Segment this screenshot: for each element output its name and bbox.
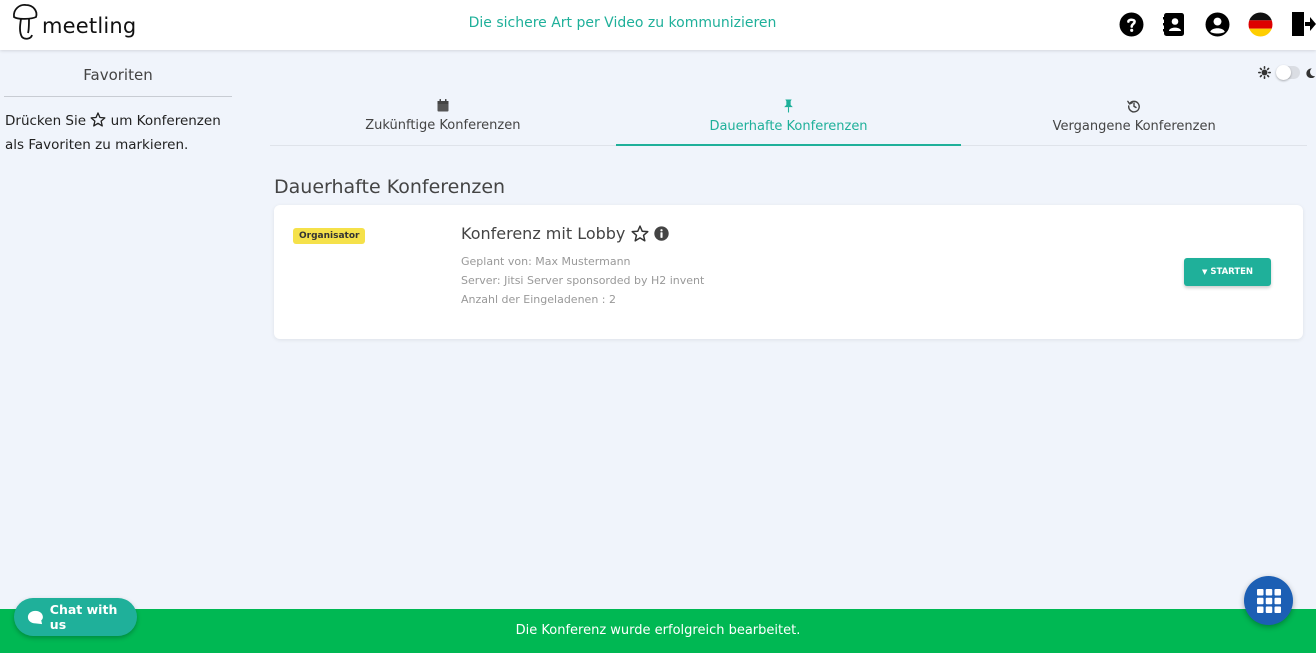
favorites-hint-after: um Konferenzen — [110, 113, 221, 129]
contacts-button[interactable] — [1161, 11, 1187, 37]
info-icon[interactable] — [654, 226, 670, 241]
conference-title: Konferenz mit Lobby — [461, 224, 626, 243]
conference-card: Organisator Konferenz mit Lobby Geplant … — [274, 205, 1303, 339]
logout-button[interactable] — [1290, 11, 1316, 37]
favorites-hint-before: Drücken Sie — [5, 113, 87, 129]
help-button[interactable] — [1118, 11, 1144, 37]
star-outline-icon — [90, 112, 106, 127]
flag-de-icon — [1248, 12, 1272, 36]
tab-past-conferences[interactable]: Vergangene Konferenzen — [961, 96, 1307, 145]
header-actions — [1101, 11, 1316, 37]
top-header: meetling Die sichere Art per Video zu ko… — [0, 0, 1316, 50]
section-title: Dauerhafte Konferenzen — [274, 176, 506, 198]
apps-grid-button[interactable] — [1244, 576, 1293, 625]
favorites-title: Favoriten — [4, 50, 232, 97]
favorites-hint-line2: als Favoriten zu markieren. — [5, 137, 189, 153]
chat-with-us-button[interactable]: Chat with us — [14, 598, 137, 636]
start-conference-button[interactable]: ▼ STARTEN — [1184, 258, 1271, 286]
organizer-badge: Organisator — [293, 228, 366, 244]
grid-icon — [1256, 588, 1281, 613]
success-toast: Die Konferenz wurde erfolgreich bearbeit… — [0, 609, 1316, 653]
account-icon — [1205, 12, 1229, 36]
favorite-star-icon[interactable] — [631, 225, 649, 242]
caret-down-icon: ▼ — [1201, 268, 1208, 276]
tab-label: Zukünftige Konferenzen — [365, 118, 521, 133]
account-button[interactable] — [1204, 11, 1230, 37]
conference-meta: Geplant von: Max Mustermann Server: Jits… — [461, 252, 704, 309]
help-icon — [1119, 12, 1143, 36]
chat-bubble-icon — [27, 610, 43, 624]
slogan: Die sichere Art per Video zu kommunizier… — [468, 15, 777, 31]
favorites-hint: Drücken Sie um Konferenzen als Favoriten… — [0, 97, 232, 157]
language-button[interactable] — [1247, 11, 1273, 37]
theme-switch[interactable] — [1276, 65, 1300, 80]
planned-by: Geplant von: Max Mustermann — [461, 255, 631, 268]
conference-title-row: Konferenz mit Lobby — [461, 224, 670, 243]
chat-label: Chat with us — [49, 602, 118, 632]
favorites-sidebar: Favoriten Drücken Sie um Konferenzen als… — [0, 50, 232, 609]
pin-icon — [784, 99, 793, 113]
tab-label: Dauerhafte Konferenzen — [709, 119, 868, 134]
theme-switch-knob — [1276, 65, 1291, 80]
history-icon — [1127, 100, 1141, 113]
invitee-count: Anzahl der Eingeladenen : 2 — [461, 293, 616, 306]
conference-tabs: Zukünftige Konferenzen Dauerhafte Konfer… — [270, 96, 1307, 146]
contacts-icon — [1163, 12, 1184, 36]
tab-label: Vergangene Konferenzen — [1052, 119, 1216, 134]
tab-future-conferences[interactable]: Zukünftige Konferenzen — [270, 96, 616, 145]
sun-icon — [1258, 66, 1271, 79]
calendar-icon — [437, 99, 449, 112]
theme-toggle[interactable] — [1258, 65, 1316, 80]
tab-permanent-conferences[interactable]: Dauerhafte Konferenzen — [615, 96, 962, 146]
server-info: Server: Jitsi Server sponsorded by H2 in… — [461, 274, 705, 287]
start-button-label: STARTEN — [1210, 267, 1254, 277]
moon-icon — [1306, 67, 1316, 78]
logout-icon — [1292, 12, 1316, 36]
